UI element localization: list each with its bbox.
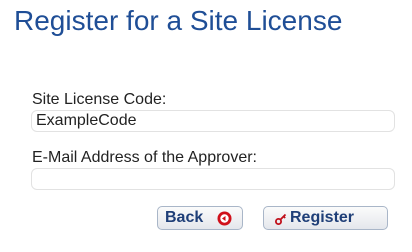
back-button[interactable]: Back xyxy=(157,206,243,230)
register-site-license-page: Register for a Site License Site License… xyxy=(0,0,412,252)
register-button[interactable]: Register xyxy=(263,206,388,230)
approver-email-input[interactable] xyxy=(31,168,395,190)
back-button-label: Back xyxy=(165,209,204,226)
circle-arrow-left-icon xyxy=(217,211,232,226)
site-license-code-input[interactable] xyxy=(31,110,395,132)
register-button-label: Register xyxy=(290,209,355,226)
page-title: Register for a Site License xyxy=(14,5,343,36)
approver-email-label: E-Mail Address of the Approver: xyxy=(32,149,257,166)
site-license-code-label: Site License Code: xyxy=(32,91,167,108)
key-icon xyxy=(275,212,287,225)
